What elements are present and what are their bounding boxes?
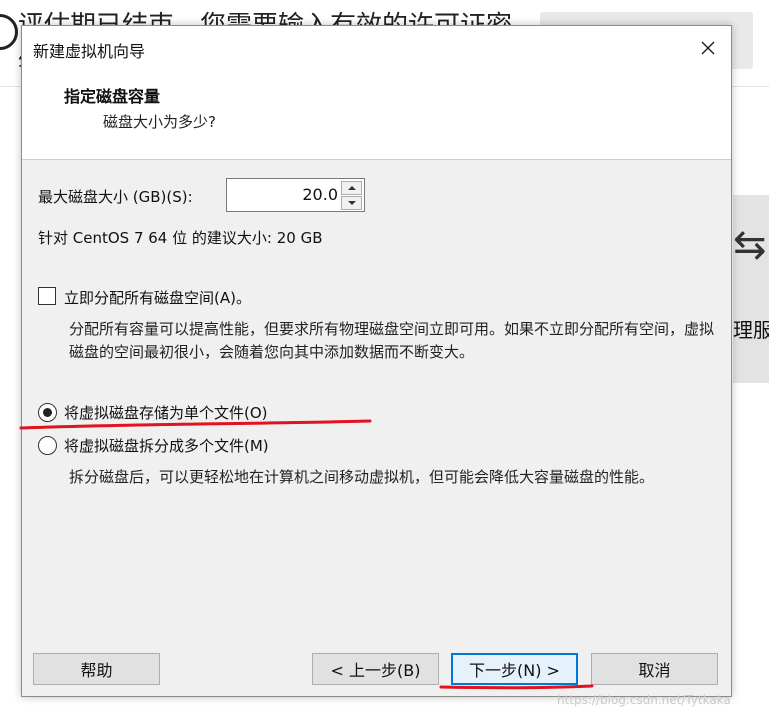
help-button-label: 帮助 [80, 661, 113, 680]
recommended-size-text: 针对 CentOS 7 64 位 的建议大小: 20 GB [38, 229, 323, 247]
info-icon [0, 14, 18, 50]
back-button-label: < 上一步(B) [330, 661, 421, 680]
close-icon [701, 41, 715, 55]
dialog-title: 新建虚拟机向导 [33, 42, 146, 61]
back-button[interactable]: < 上一步(B) [312, 653, 439, 685]
chevron-up-icon [347, 186, 356, 190]
stepper-down-button[interactable] [341, 196, 362, 210]
page-subtitle: 磁盘大小为多少? [103, 113, 216, 131]
screen: 评估期已结束。您需要输入有效的许可证密 钥 ⇆ 理服务 新建虚拟机向导 指定磁盘… [0, 0, 769, 719]
arrow-right-icon: ⇆ [733, 222, 767, 268]
watermark: https://blog.csdn.net/Tytkaka [557, 693, 731, 707]
radio-single-file[interactable] [38, 403, 57, 422]
cancel-button-label: 取消 [638, 661, 671, 680]
max-disk-size-label: 最大磁盘大小 (GB)(S): [38, 188, 193, 206]
radio-selected-dot [43, 408, 52, 417]
next-button-label: 下一步(N) > [469, 661, 560, 680]
stepper-up-button[interactable] [341, 181, 362, 195]
allocate-all-description: 分配所有容量可以提高性能，但要求所有物理磁盘空间立即可用。如果不立即分配所有空间… [69, 320, 715, 361]
radio-multiple-files-label[interactable]: 将虚拟磁盘拆分成多个文件(M) [64, 435, 269, 456]
split-disk-description: 拆分磁盘后，可以更轻松地在计算机之间移动虚拟机，但可能会降低大容量磁盘的性能。 [69, 468, 655, 486]
radio-multiple-files[interactable] [38, 436, 57, 455]
new-vm-wizard-dialog: 新建虚拟机向导 指定磁盘容量 磁盘大小为多少? 最大磁盘大小 (GB)(S): … [21, 25, 732, 697]
radio-single-file-label[interactable]: 将虚拟磁盘存储为单个文件(O) [64, 402, 268, 423]
chevron-down-icon [347, 201, 356, 205]
max-disk-size-stepper[interactable]: 20.0 [226, 178, 365, 212]
allocate-all-checkbox[interactable] [38, 287, 56, 305]
background-right-label: 理服务 [733, 318, 769, 342]
dialog-titlebar: 新建虚拟机向导 [22, 26, 731, 70]
page-title: 指定磁盘容量 [64, 87, 161, 106]
cancel-button[interactable]: 取消 [591, 653, 718, 685]
help-button[interactable]: 帮助 [33, 653, 160, 685]
max-disk-size-input[interactable]: 20.0 [302, 185, 338, 204]
wizard-header: 指定磁盘容量 磁盘大小为多少? [22, 70, 731, 160]
close-button[interactable] [685, 26, 731, 70]
next-button[interactable]: 下一步(N) > [451, 653, 578, 685]
allocate-all-label[interactable]: 立即分配所有磁盘空间(A)。 [64, 287, 251, 308]
